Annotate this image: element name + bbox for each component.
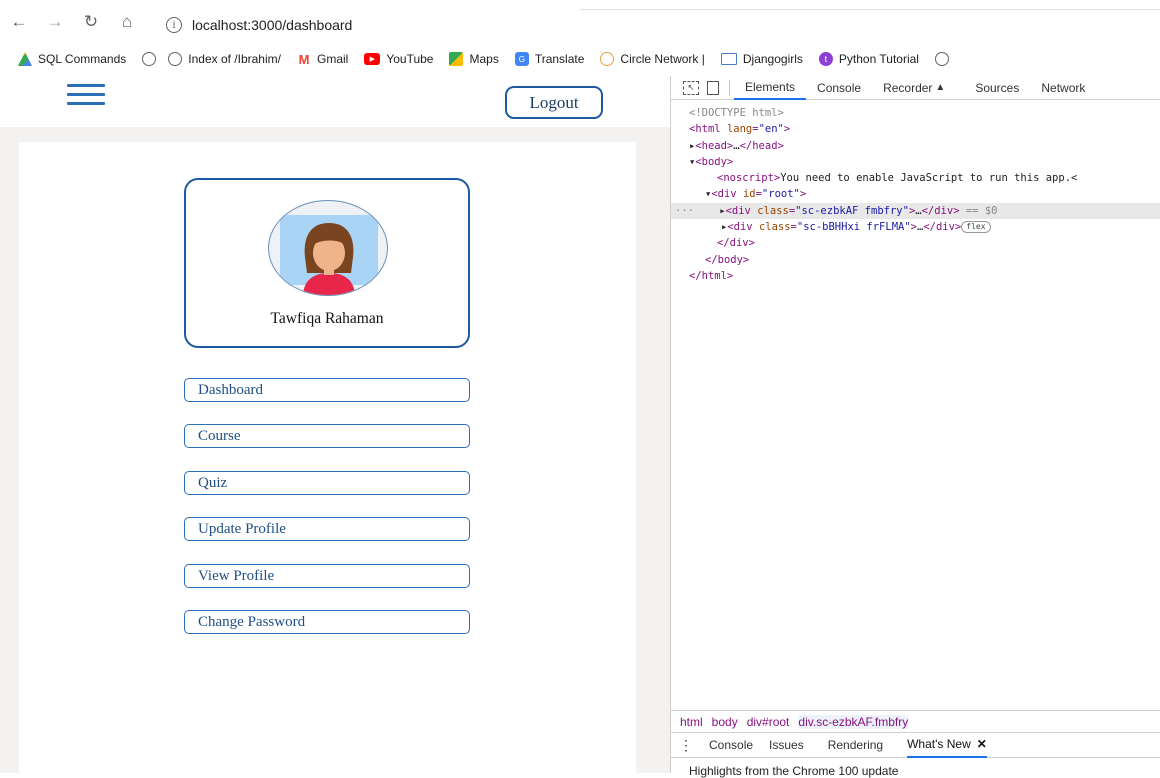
globe-icon <box>934 52 949 66</box>
code-html-close: </html> <box>689 269 734 282</box>
gmail-icon: M <box>298 51 310 67</box>
code-doctype: <!DOCTYPE html> <box>689 107 784 119</box>
circle-network-icon <box>600 52 615 66</box>
code-body-close: </body> <box>705 253 750 266</box>
flex-badge[interactable]: flex <box>961 221 991 234</box>
bookmark-gmail[interactable]: M Gmail <box>297 51 349 67</box>
drawer-menu-icon[interactable]: ⋮ <box>679 737 693 754</box>
tab-strip-edge <box>580 0 1160 10</box>
menu-view-profile[interactable]: View Profile <box>184 564 470 588</box>
profile-name: Tawfiqa Rahaman <box>270 310 384 327</box>
drawer-tab-rendering[interactable]: Rendering <box>828 732 883 758</box>
code-div-selected[interactable]: ··· ▸<div class="sc-ezbkAF fmbfry">…</di… <box>671 202 1160 220</box>
home-icon[interactable]: ⌂ <box>116 11 138 33</box>
drawer-tab-console[interactable]: Console <box>709 732 753 758</box>
dashboard-content: Tawfiqa Rahaman Dashboard Course Quiz Up… <box>19 142 636 773</box>
back-arrow-icon[interactable]: ← <box>8 11 30 33</box>
book-icon <box>720 53 737 65</box>
menu-quiz[interactable]: Quiz <box>184 471 470 495</box>
menu-dashboard[interactable]: Dashboard <box>184 378 470 402</box>
drawer-tab-whats-new[interactable]: What's New ✕ <box>907 732 987 758</box>
tab-network[interactable]: Network <box>1030 76 1096 100</box>
flask-icon: ▲ <box>935 82 946 93</box>
tab-console[interactable]: Console <box>806 76 872 100</box>
whats-new-headline: Highlights from the Chrome 100 update <box>689 764 899 778</box>
devtools-tabs: ↖ Elements Console Recorder ▲ Sources Net… <box>671 76 1160 100</box>
menu-update-profile[interactable]: Update Profile <box>184 517 470 541</box>
forward-arrow-icon[interactable]: → <box>44 11 66 33</box>
crumb-html[interactable]: html <box>680 715 703 729</box>
bookmark-youtube[interactable]: ▶ YouTube <box>364 52 433 66</box>
hamburger-menu-icon[interactable] <box>67 84 105 106</box>
url-text: localhost:3000/dashboard <box>192 17 353 33</box>
elements-tree: <!DOCTYPE html> <html lang="en"> ▸<head>… <box>671 100 1160 284</box>
breadcrumb: html body div#root div.sc-ezbkAF.fmbfry <box>671 710 1160 732</box>
globe-icon <box>142 52 157 66</box>
code-head[interactable]: ▸<head>…</head> <box>671 138 1160 154</box>
drawer-tab-issues[interactable]: Issues <box>769 732 804 758</box>
drawer-tabs: ⋮ Console Issues Rendering What's New ✕ <box>671 732 1160 758</box>
crumb-selected-div[interactable]: div.sc-ezbkAF.fmbfry <box>798 714 909 729</box>
drive-icon <box>18 52 32 66</box>
crumb-body[interactable]: body <box>712 715 738 729</box>
menu-change-password[interactable]: Change Password <box>184 610 470 634</box>
close-icon[interactable]: ✕ <box>977 737 987 751</box>
code-div-close: </div> <box>717 237 755 250</box>
code-body-open[interactable]: ▾<body> <box>671 154 1160 170</box>
top-navbar: Logout <box>0 76 670 127</box>
bookmarks-bar: SQL Commands Index of /Ibrahim/ M Gmail … <box>0 44 1160 74</box>
avatar <box>268 200 388 296</box>
crumb-root[interactable]: div#root <box>747 715 790 729</box>
info-icon[interactable]: i <box>166 17 182 33</box>
code-html-open[interactable]: <html lang="en"> <box>671 121 1160 137</box>
reload-icon[interactable]: ↻ <box>80 11 102 33</box>
bookmark-maps[interactable]: Maps <box>449 52 499 66</box>
devtools-panel: ↖ Elements Console Recorder ▲ Sources Net… <box>670 76 1160 778</box>
tab-elements[interactable]: Elements <box>734 76 807 100</box>
device-toolbar-icon[interactable] <box>707 80 719 95</box>
python-tutorial-icon: t <box>818 52 833 66</box>
bookmark-circle-network[interactable]: Circle Network | <box>600 52 705 66</box>
bookmark-globe[interactable] <box>142 52 162 66</box>
bookmark-djangogirls[interactable]: Djangogirls <box>720 52 803 66</box>
profile-card: Tawfiqa Rahaman <box>184 178 470 348</box>
menu-course[interactable]: Course <box>184 424 470 448</box>
avatar-woman-icon <box>280 215 378 295</box>
translate-icon: G <box>514 52 529 66</box>
url-field[interactable]: i localhost:3000/dashboard <box>166 12 352 38</box>
bookmark-python-tutorial[interactable]: t Python Tutorial <box>818 52 919 66</box>
address-bar: ← → ↻ ⌂ i localhost:3000/dashboard <box>0 0 1160 44</box>
globe-icon <box>168 52 183 66</box>
code-noscript[interactable]: <noscript>You need to enable JavaScript … <box>671 170 1160 186</box>
logout-button[interactable]: Logout <box>505 86 603 119</box>
tab-recorder[interactable]: Recorder ▲ <box>872 76 956 100</box>
code-root-div[interactable]: ▾<div id="root"> <box>671 186 1160 202</box>
youtube-icon: ▶ <box>364 53 381 65</box>
bookmark-index-ibrahim[interactable]: Index of /Ibrahim/ <box>168 52 281 66</box>
maps-icon <box>449 52 464 66</box>
inspect-element-icon[interactable]: ↖ <box>683 80 699 95</box>
tab-sources[interactable]: Sources <box>964 76 1030 100</box>
code-div-second[interactable]: ▸<div class="sc-bBHHxi frFLMA">…</div> fl… <box>671 219 1160 235</box>
bookmark-globe-more[interactable] <box>934 52 955 66</box>
bookmark-translate[interactable]: G Translate <box>514 52 584 66</box>
bookmark-sql-commands[interactable]: SQL Commands <box>18 52 126 66</box>
app-page: Logout Tawfiqa Rahaman Dashboard Course … <box>0 76 670 773</box>
